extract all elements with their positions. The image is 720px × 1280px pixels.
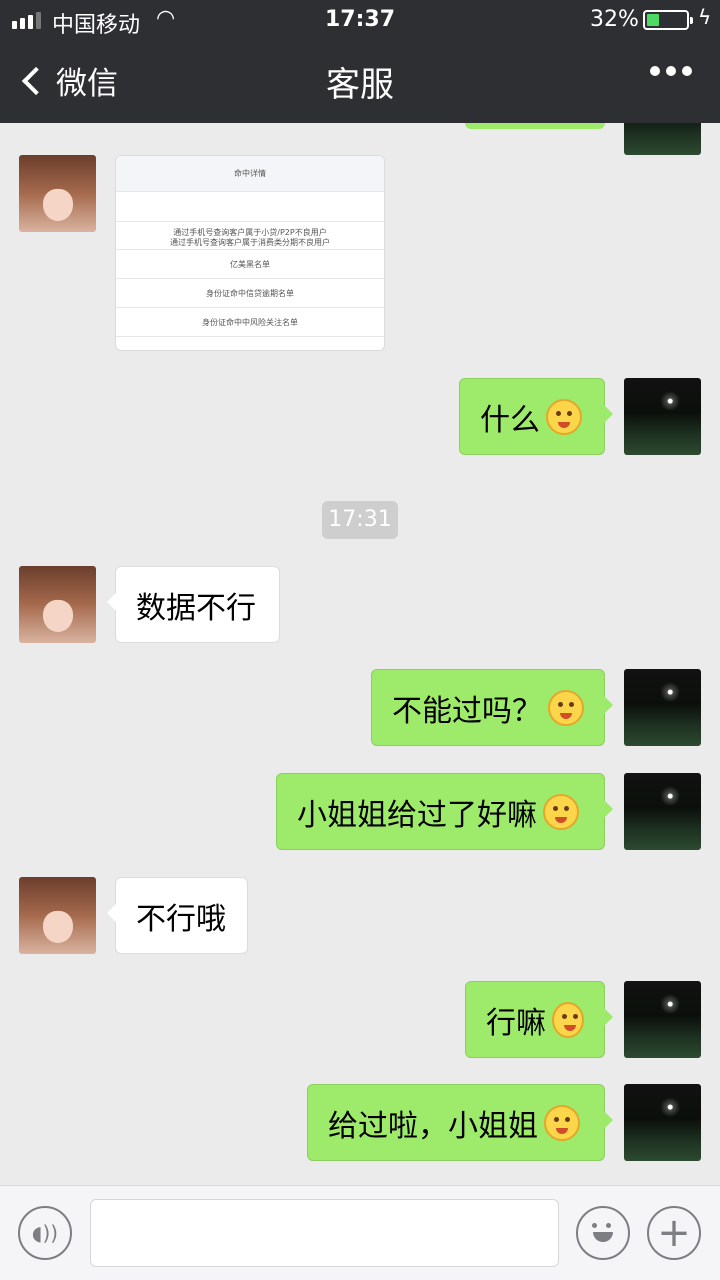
chat-area[interactable]: 命中详情 通过手机号查询客户属于小贷/P2P不良用户 通过手机号查询客户属于消费… xyxy=(0,123,720,1185)
crying-emoji-icon xyxy=(552,1001,584,1038)
input-bar: ◖)) + xyxy=(0,1185,720,1280)
pleading-emoji-icon xyxy=(544,1104,580,1141)
card-row: 身份证命中中风险关注名单 xyxy=(116,308,384,337)
crying-emoji-icon xyxy=(548,689,584,726)
battery-icon xyxy=(643,10,693,30)
grin-emoji-icon xyxy=(543,793,579,830)
agent-avatar[interactable] xyxy=(19,155,96,232)
charging-icon: ϟ xyxy=(698,5,712,29)
self-avatar[interactable] xyxy=(624,1084,701,1161)
card-blank-row xyxy=(116,192,384,222)
card-row-text: 通过手机号查询客户属于小贷/P2P不良用户 xyxy=(173,228,327,237)
agent-avatar[interactable] xyxy=(19,877,96,954)
message-text: 小姐姐给过了好嘛 xyxy=(297,797,537,833)
card-row: 亿美黑名单 xyxy=(116,250,384,279)
dot-icon xyxy=(682,66,692,76)
page-title: 客服 xyxy=(326,65,394,105)
message-text: 不行哦 xyxy=(136,901,226,937)
more-button[interactable] xyxy=(650,66,692,76)
timestamp: 17:31 xyxy=(322,501,398,539)
self-avatar[interactable] xyxy=(624,123,701,155)
smile-icon xyxy=(588,1218,618,1248)
previous-bubble-fragment xyxy=(465,123,605,129)
message-text: 行嘛 xyxy=(486,1005,546,1041)
voice-icon: ◖)) xyxy=(31,1221,59,1245)
agent-avatar[interactable] xyxy=(19,566,96,643)
self-avatar[interactable] xyxy=(624,378,701,455)
message-bubble-outgoing[interactable]: 小姐姐给过了好嘛 xyxy=(276,773,613,850)
dot-icon xyxy=(666,66,676,76)
card-row-text: 通过手机号查询客户属于消费类分期不良用户 xyxy=(170,238,330,247)
message-text: 不能过吗？ xyxy=(392,693,542,729)
message-bubble-outgoing[interactable]: 什么 xyxy=(459,378,613,455)
voice-button[interactable]: ◖)) xyxy=(18,1206,72,1260)
message-text: 数据不行 xyxy=(136,590,256,626)
card-row: 通过手机号查询客户属于小贷/P2P不良用户 通过手机号查询客户属于消费类分期不良… xyxy=(116,222,384,250)
message-bubble-outgoing[interactable]: 不能过吗？ xyxy=(371,669,613,746)
self-avatar[interactable] xyxy=(624,981,701,1058)
plus-icon: + xyxy=(657,1210,691,1256)
self-avatar[interactable] xyxy=(624,773,701,850)
message-bubble-outgoing[interactable]: 行嘛 xyxy=(465,981,613,1058)
eye-roll-emoji-icon xyxy=(546,398,582,435)
self-avatar[interactable] xyxy=(624,669,701,746)
status-bar: 中国移动 ◠ 17:37 32% ϟ xyxy=(0,0,720,40)
message-text: 什么 xyxy=(480,402,540,438)
message-bubble-outgoing[interactable]: 给过啦，小姐姐 xyxy=(307,1084,613,1161)
message-bubble-incoming[interactable]: 数据不行 xyxy=(107,566,280,643)
message-input[interactable] xyxy=(90,1199,559,1267)
top-bar: 中国移动 ◠ 17:37 32% ϟ 微信 客服 xyxy=(0,0,720,123)
card-header: 命中详情 xyxy=(116,156,384,192)
emoji-button[interactable] xyxy=(576,1206,630,1260)
more-actions-button[interactable]: + xyxy=(647,1206,701,1260)
image-message[interactable]: 命中详情 通过手机号查询客户属于小贷/P2P不良用户 通过手机号查询客户属于消费… xyxy=(115,155,385,351)
dot-icon xyxy=(650,66,660,76)
battery-percent: 32% xyxy=(590,7,639,32)
card-row: 身份证命中信贷逾期名单 xyxy=(116,279,384,308)
message-text: 给过啦，小姐姐 xyxy=(328,1108,538,1144)
message-bubble-incoming[interactable]: 不行哦 xyxy=(107,877,248,954)
